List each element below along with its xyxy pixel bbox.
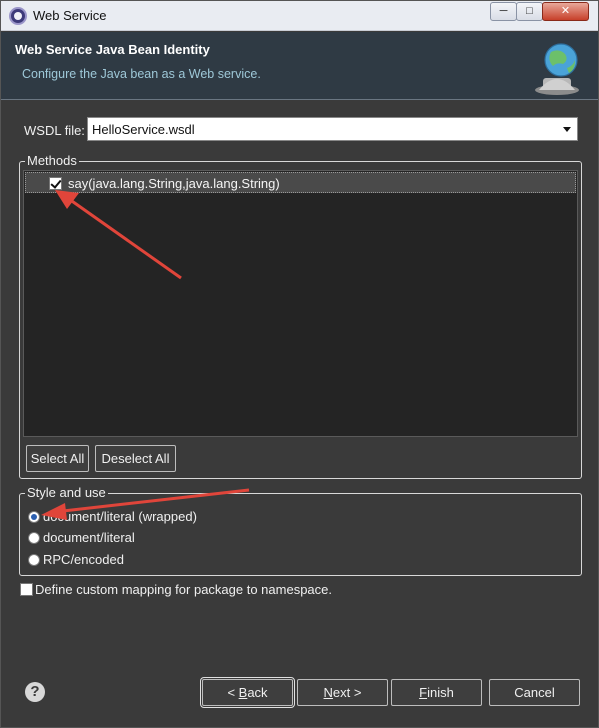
web-service-dialog: Web Service ─ □ ✕ Web Service Java Bean … (0, 0, 599, 728)
custom-mapping-checkbox[interactable] (20, 583, 33, 596)
style-and-use-group: Style and use document/literal (wrapped)… (19, 485, 582, 576)
next-button[interactable]: Next > (297, 679, 388, 706)
chevron-down-icon[interactable] (563, 127, 571, 132)
globe-icon (535, 43, 579, 95)
cancel-button[interactable]: Cancel (489, 679, 580, 706)
radio-label-rpc-encoded: RPC/encoded (43, 552, 124, 567)
radio-document-literal[interactable] (28, 532, 40, 544)
maximize-button[interactable]: □ (516, 2, 543, 21)
back-button[interactable]: < Back (200, 677, 295, 708)
wsdl-file-value: HelloService.wsdl (92, 122, 195, 137)
deselect-all-button[interactable]: Deselect All (95, 445, 176, 472)
radio-label-document-literal-wrapped: document/literal (wrapped) (43, 509, 197, 524)
style-group-label: Style and use (25, 485, 108, 500)
wsdl-file-label: WSDL file: (24, 123, 85, 138)
methods-group-label: Methods (25, 153, 79, 168)
help-icon[interactable]: ? (25, 682, 45, 702)
methods-group: Methods say(java.lang.String,java.lang.S… (19, 153, 582, 479)
minimize-button[interactable]: ─ (490, 2, 517, 21)
list-item[interactable]: say(java.lang.String,java.lang.String) (25, 172, 576, 193)
wizard-banner: Web Service Java Bean Identity Configure… (1, 32, 598, 100)
page-title: Web Service Java Bean Identity (15, 42, 210, 57)
wsdl-file-dropdown[interactable]: HelloService.wsdl (87, 117, 578, 141)
page-description: Configure the Java bean as a Web service… (22, 67, 261, 81)
title-bar: Web Service ─ □ ✕ (1, 1, 598, 31)
window-title: Web Service (33, 8, 107, 23)
radio-document-literal-wrapped[interactable] (28, 511, 40, 523)
method-checkbox[interactable] (49, 177, 62, 190)
select-all-button[interactable]: Select All (26, 445, 89, 472)
radio-rpc-encoded[interactable] (28, 554, 40, 566)
custom-mapping-label: Define custom mapping for package to nam… (35, 582, 333, 597)
radio-label-document-literal: document/literal (43, 530, 135, 545)
methods-list[interactable]: say(java.lang.String,java.lang.String) (23, 170, 578, 437)
finish-button[interactable]: Finish (391, 679, 482, 706)
method-label: say(java.lang.String,java.lang.String) (68, 176, 280, 191)
eclipse-icon (9, 7, 27, 25)
close-button[interactable]: ✕ (542, 2, 589, 21)
